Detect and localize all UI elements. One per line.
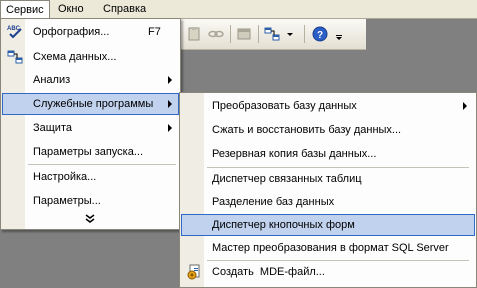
submenu-arrow-icon bbox=[168, 100, 172, 108]
menu-item-upsizing-wizard[interactable]: Мастер преобразования в формат SQL Serve… bbox=[181, 237, 475, 259]
menu-item-convert-db[interactable]: Преобразовать базу данных bbox=[181, 95, 475, 117]
relationships-icon bbox=[7, 50, 23, 64]
menu-item-analysis[interactable]: Анализ bbox=[2, 69, 179, 91]
mde-file-icon bbox=[187, 264, 200, 280]
submenu-arrow-icon bbox=[463, 102, 467, 110]
menu-bar: Сервис Окно Справка bbox=[0, 0, 477, 19]
menu-help[interactable]: Справка bbox=[98, 1, 151, 17]
menu-item-label: Защита bbox=[33, 122, 72, 134]
menu-item-label: Диспетчер связанных таблиц bbox=[212, 173, 362, 185]
menu-item-shortcut: F7 bbox=[148, 26, 161, 38]
menu-service[interactable]: Сервис bbox=[0, 0, 50, 19]
chevron-double-down-icon[interactable] bbox=[85, 214, 95, 224]
toolbar-options-icon[interactable] bbox=[334, 26, 344, 42]
spelling-abc-icon: ABC bbox=[7, 26, 22, 39]
menu-item-label: Орфография... bbox=[33, 26, 110, 38]
menu-help-label: Справка bbox=[103, 3, 147, 15]
help-icon[interactable]: ? bbox=[312, 26, 328, 42]
relationships-icon[interactable] bbox=[264, 26, 280, 42]
menu-window[interactable]: Окно bbox=[53, 1, 89, 17]
menu-item-customize[interactable]: Настройка... bbox=[2, 166, 179, 188]
menu-item-label: Мастер преобразования в формат SQL Serve… bbox=[212, 242, 449, 254]
toolbar-separator bbox=[258, 25, 259, 43]
utilities-submenu: Преобразовать базу данных Сжать и восста… bbox=[179, 92, 477, 288]
dropdown-arrow-icon[interactable] bbox=[284, 26, 296, 42]
menu-item-label: Параметры запуска... bbox=[33, 146, 144, 158]
submenu-arrow-icon bbox=[168, 124, 172, 132]
menu-item-label: Настройка... bbox=[33, 171, 97, 183]
menu-item-label: Схема данных... bbox=[33, 51, 117, 63]
menu-item-label: Создать MDE-файл... bbox=[212, 266, 325, 278]
toolbar: ? bbox=[180, 19, 366, 50]
menu-item-label: Резервная копия базы данных... bbox=[212, 148, 377, 160]
menu-item-utilities[interactable]: Служебные программы bbox=[2, 93, 179, 115]
menu-item-switchboard-manager[interactable]: Диспетчер кнопочных форм bbox=[181, 214, 475, 236]
link-icon[interactable] bbox=[208, 26, 224, 42]
menu-item-options[interactable]: Параметры... bbox=[2, 190, 179, 212]
menu-item-compact-repair[interactable]: Сжать и восстановить базу данных... bbox=[181, 119, 475, 141]
toolbar-separator bbox=[304, 25, 305, 43]
menu-item-linked-table-manager[interactable]: Диспетчер связанных таблиц bbox=[181, 168, 475, 190]
menu-item-spelling[interactable]: ABC Орфография... F7 bbox=[2, 21, 179, 43]
menu-item-label: Диспетчер кнопочных форм bbox=[212, 219, 355, 231]
menu-service-label: Сервис bbox=[6, 4, 44, 16]
menu-item-make-mde[interactable]: Создать MDE-файл... bbox=[181, 261, 475, 283]
menu-separator bbox=[28, 164, 176, 165]
paste-icon[interactable] bbox=[186, 26, 202, 42]
menu-item-security[interactable]: Защита bbox=[2, 117, 179, 139]
menu-item-label: Параметры... bbox=[33, 195, 101, 207]
submenu-arrow-icon bbox=[168, 76, 172, 84]
toolbar-separator bbox=[230, 25, 231, 43]
menu-item-backup[interactable]: Резервная копия базы данных... bbox=[181, 143, 475, 165]
menu-item-label: Анализ bbox=[33, 74, 71, 86]
menu-item-label: Преобразовать базу данных bbox=[212, 100, 357, 112]
service-menu: ABC Орфография... F7 Схема данных... Ана… bbox=[0, 18, 181, 230]
svg-text:?: ? bbox=[317, 30, 323, 41]
menu-window-label: Окно bbox=[58, 3, 84, 15]
menu-item-label: Разделение баз данных bbox=[212, 196, 335, 208]
menu-item-relationships[interactable]: Схема данных... bbox=[2, 46, 179, 68]
menu-item-label: Служебные программы bbox=[33, 98, 154, 110]
menu-item-startup[interactable]: Параметры запуска... bbox=[2, 141, 179, 163]
menu-item-database-splitter[interactable]: Разделение баз данных bbox=[181, 191, 475, 213]
properties-icon[interactable] bbox=[236, 26, 252, 42]
menu-item-label: Сжать и восстановить базу данных... bbox=[212, 124, 402, 136]
